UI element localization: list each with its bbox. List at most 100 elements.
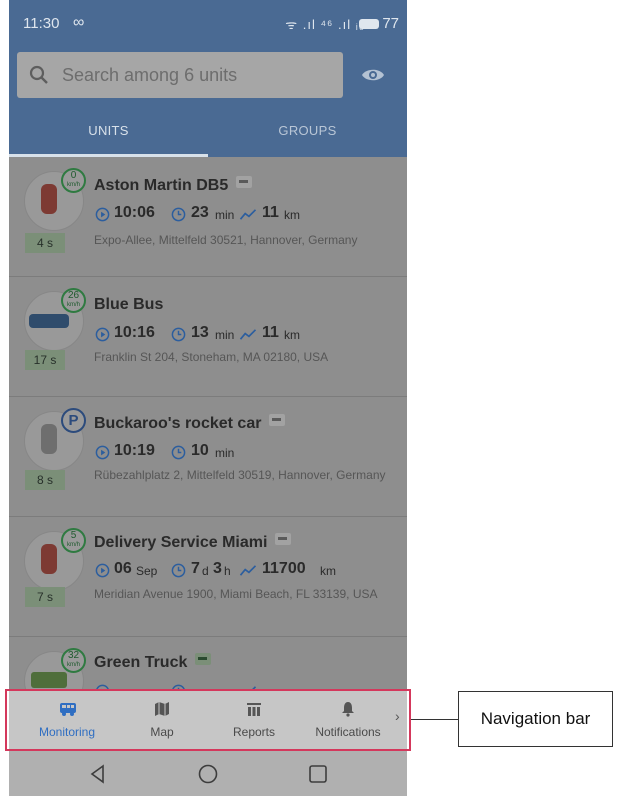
key-icon [269, 414, 286, 426]
mileage-icon [239, 565, 257, 576]
speed-value: 0 [70, 170, 77, 181]
bus-icon [29, 314, 69, 328]
speed-badge: 0 km/h [61, 168, 86, 193]
key-icon [275, 533, 292, 545]
trip-distance-unit: km [284, 208, 300, 222]
last-message-time: 10:06 [114, 204, 155, 221]
status-bar: 11:30 ∞ ᯤ .ıl ⁴⁶ .ıl ᵢ₆ 77 [9, 0, 407, 46]
speed-unit: km/h [66, 182, 80, 188]
play-clock-icon [95, 327, 110, 342]
tab-groups[interactable]: GROUPS [208, 110, 407, 157]
unit-name: Green Truck [94, 653, 212, 672]
search-placeholder: Search among 6 units [62, 65, 238, 85]
unit-name-text: Aston Martin DB5 [94, 177, 229, 194]
data-age-badge: 7 s [25, 587, 65, 607]
callout-box: Navigation bar [458, 691, 613, 747]
trip-duration-hours: 3 [213, 560, 222, 577]
list-item[interactable]: 0 km/h 4 s Aston Martin DB5 10:06 23 min… [9, 157, 407, 277]
mileage-icon [239, 329, 257, 340]
unit-address: Rübezahlplatz 2, Mittelfeld 30519, Hanno… [94, 468, 386, 482]
tab-units[interactable]: UNITS [9, 110, 208, 157]
unit-avatar: 26 km/h [24, 288, 86, 351]
callout-label: Navigation bar [480, 709, 591, 728]
car-icon [41, 424, 57, 454]
trip-distance-value: 11 [262, 204, 279, 221]
key-icon [195, 653, 212, 665]
unit-address: Franklin St 204, Stoneham, MA 02180, USA [94, 350, 329, 364]
trip-duration-value: 13 [191, 324, 209, 341]
trip-distance-unit: km [320, 564, 336, 578]
parking-badge: P [61, 408, 86, 433]
unit-address: Expo-Allee, Mittelfeld 30521, Hannover, … [94, 233, 358, 247]
recents-icon[interactable] [307, 763, 329, 785]
trip-duration-days-unit: d [202, 564, 209, 578]
list-item[interactable]: P 8 s Buckaroo's rocket car 10:19 10 min… [9, 397, 407, 517]
unit-name: Buckaroo's rocket car [94, 414, 286, 433]
last-message-time: 10:19 [114, 442, 155, 459]
speed-unit: km/h [66, 302, 80, 308]
list-item[interactable]: 32 km/h Green Truck [9, 637, 407, 689]
page: 11:30 ∞ ᯤ .ıl ⁴⁶ .ıl ᵢ₆ 77 Search among … [0, 0, 617, 796]
unit-address: Meridian Avenue 1900, Miami Beach, FL 33… [94, 587, 378, 601]
speed-value: 5 [70, 530, 77, 541]
trip-duration-value: 10 [191, 442, 209, 459]
trip-duration-hours-unit: h [224, 564, 231, 578]
search-icon [29, 65, 48, 84]
speed-value: 26 [67, 290, 80, 301]
list-item[interactable]: 26 km/h 17 s Blue Bus 10:16 13 min 11 km… [9, 277, 407, 397]
unit-list: 0 km/h 4 s Aston Martin DB5 10:06 23 min… [9, 157, 407, 689]
trip-duration-unit: min [215, 446, 235, 460]
trip-duration-unit: min [215, 328, 235, 342]
eye-icon[interactable] [361, 65, 385, 85]
unit-name-text: Green Truck [94, 654, 188, 671]
loop-icon: ∞ [73, 14, 85, 31]
play-clock-icon [95, 563, 110, 578]
unit-avatar: 0 km/h [24, 168, 86, 231]
system-navigation-bar [9, 751, 407, 796]
trip-duration-unit: min [215, 208, 235, 222]
clock-icon [171, 445, 186, 460]
speed-badge: 5 km/h [61, 528, 86, 553]
unit-name: Aston Martin DB5 [94, 176, 253, 195]
trip-distance-value: 11 [262, 324, 279, 341]
play-clock-icon [95, 207, 110, 222]
unit-name: Blue Bus [94, 296, 163, 314]
home-icon[interactable] [197, 763, 219, 785]
trip-distance-unit: km [284, 328, 300, 342]
car-icon [41, 184, 57, 214]
last-message-day: 06 [114, 560, 132, 577]
clock-icon [171, 563, 186, 578]
trip-duration-value: 23 [191, 204, 209, 221]
unit-avatar: 32 km/h [24, 648, 86, 689]
data-age-badge: 8 s [25, 470, 65, 490]
clock-icon [171, 207, 186, 222]
clock-icon [171, 327, 186, 342]
callout-line [411, 719, 458, 720]
signal-icons: ᯤ .ıl ⁴⁶ .ıl ᵢ₆ [285, 17, 365, 32]
data-age-badge: 4 s [25, 233, 65, 253]
speed-unit: km/h [66, 662, 80, 668]
search-input[interactable]: Search among 6 units [17, 52, 343, 98]
battery-icon [359, 19, 379, 29]
unit-name-text: Delivery Service Miami [94, 534, 268, 551]
phone-screen: 11:30 ∞ ᯤ .ıl ⁴⁶ .ıl ᵢ₆ 77 Search among … [9, 0, 407, 796]
speed-unit: km/h [66, 542, 80, 548]
unit-name: Delivery Service Miami [94, 533, 292, 552]
status-time: 11:30 [23, 15, 60, 32]
unit-name-text: Blue Bus [94, 296, 164, 313]
trip-distance-value: 11700 [262, 560, 306, 577]
app-header: 11:30 ∞ ᯤ .ıl ⁴⁶ .ıl ᵢ₆ 77 Search among … [9, 0, 407, 157]
speed-badge: 26 km/h [61, 288, 86, 313]
key-icon [236, 176, 253, 188]
truck-icon [31, 672, 67, 688]
unit-name-text: Buckaroo's rocket car [94, 415, 262, 432]
speed-value: 32 [67, 650, 80, 661]
mileage-icon [239, 209, 257, 220]
unit-avatar: P [24, 408, 86, 471]
back-icon[interactable] [87, 763, 109, 785]
car-icon [41, 544, 57, 574]
play-clock-icon [95, 445, 110, 460]
list-item[interactable]: 5 km/h 7 s Delivery Service Miami 06 Sep… [9, 517, 407, 637]
tab-bar: UNITS GROUPS [9, 110, 407, 157]
last-message-month: Sep [136, 564, 158, 578]
